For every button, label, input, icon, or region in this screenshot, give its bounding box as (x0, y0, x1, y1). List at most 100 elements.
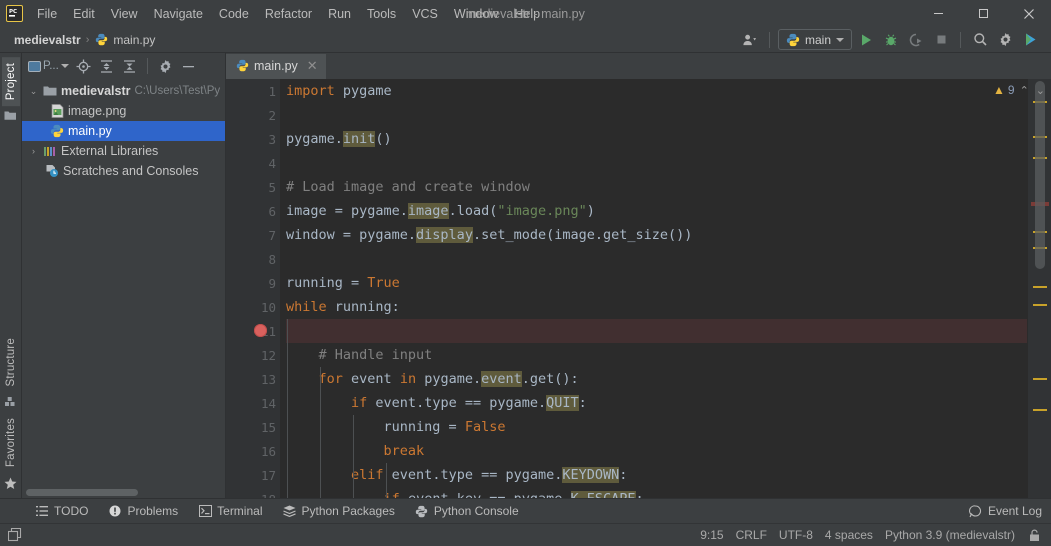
run-configuration-selector[interactable]: main (777, 29, 852, 50)
gutter-line-3[interactable]: 3 (226, 127, 280, 151)
project-view-selector[interactable]: P... (26, 60, 71, 72)
code-line-1[interactable]: import pygame (286, 79, 1051, 103)
line-separator[interactable]: CRLF (736, 528, 767, 542)
gutter-line-18[interactable]: 18− (226, 487, 292, 498)
file-encoding[interactable]: UTF-8 (779, 528, 813, 542)
collapse-all-icon[interactable] (119, 56, 140, 76)
previous-problem-icon[interactable]: ⌃ (1018, 84, 1031, 97)
chevron-down-icon[interactable]: ⌄ (28, 86, 39, 97)
project-tree[interactable]: ⌄ medievalstr C:\Users\Test\Py image.png… (22, 79, 225, 486)
gutter-line-2[interactable]: 2 (226, 103, 280, 127)
warning-marker[interactable] (1033, 304, 1047, 306)
code-line-11[interactable] (286, 319, 1051, 343)
rail-tab-project[interactable]: Project (1, 57, 20, 107)
code-line-18[interactable]: if event.key == pygame.K_ESCAPE: (286, 487, 1051, 498)
gutter-line-6[interactable]: 6 (226, 199, 280, 223)
warning-marker[interactable] (1033, 409, 1047, 411)
rail-tab-structure[interactable]: Structure (2, 332, 20, 392)
menu-item-refactor[interactable]: Refactor (257, 4, 320, 24)
project-horizontal-scrollbar[interactable] (22, 486, 225, 498)
gutter-line-17[interactable]: 17− (226, 463, 292, 487)
menu-item-file[interactable]: File (29, 4, 65, 24)
warning-marker[interactable] (1033, 378, 1047, 380)
gutter-line-12[interactable]: 12 (226, 343, 280, 367)
scrollbar-thumb[interactable] (26, 489, 138, 496)
hide-panel-icon[interactable] (178, 56, 199, 76)
python-interpreter[interactable]: Python 3.9 (medievalstr) (885, 528, 1015, 542)
code-line-3[interactable]: pygame.init() (286, 127, 1051, 151)
code-line-6[interactable]: image = pygame.image.load("image.png") (286, 199, 1051, 223)
next-problem-icon[interactable]: ⌄ (1034, 84, 1047, 97)
caret-position[interactable]: 9:15 (700, 528, 723, 542)
tool-window-problems[interactable]: Problems (99, 502, 187, 520)
code-line-4[interactable] (286, 151, 1051, 175)
tree-node-medievalstr[interactable]: ⌄ medievalstr C:\Users\Test\Py (22, 81, 225, 101)
tree-node-image-png[interactable]: image.png (22, 101, 225, 121)
code-line-8[interactable] (286, 247, 1051, 271)
gutter-line-10[interactable]: 10− (226, 295, 292, 319)
event-log-button[interactable]: Event Log (960, 502, 1051, 520)
close-icon[interactable]: ✕ (307, 58, 318, 74)
close-button[interactable] (1006, 0, 1051, 27)
tool-window-python-packages[interactable]: Python Packages (274, 502, 404, 520)
maximize-button[interactable] (961, 0, 1006, 27)
editor-tab-main-py[interactable]: main.py ✕ (226, 54, 326, 79)
menu-item-edit[interactable]: Edit (65, 4, 103, 24)
scroll-from-source-icon[interactable] (73, 56, 94, 76)
warning-marker[interactable] (1033, 286, 1047, 288)
code-text[interactable]: import pygame pygame.init() # Load image… (280, 79, 1051, 498)
expand-all-icon[interactable] (96, 56, 117, 76)
inspection-widget[interactable]: ▲ 9 ⌃ ⌄ (993, 79, 1051, 101)
breadcrumb-file[interactable]: main.py (113, 33, 155, 47)
run-button[interactable] (855, 30, 877, 50)
menu-item-code[interactable]: Code (211, 4, 257, 24)
editor-gutter[interactable]: 12345678910−111213−14−1516−17−18− (226, 79, 292, 498)
code-line-13[interactable]: for event in pygame.event.get(): (286, 367, 1051, 391)
settings-gear-icon[interactable] (994, 30, 1016, 50)
menu-item-window[interactable]: Window (446, 4, 506, 24)
code-line-2[interactable] (286, 103, 1051, 127)
gutter-line-9[interactable]: 9 (226, 271, 280, 295)
code-line-9[interactable]: running = True (286, 271, 1051, 295)
code-line-14[interactable]: if event.type == pygame.QUIT: (286, 391, 1051, 415)
search-everywhere-icon[interactable] (969, 30, 991, 50)
gutter-line-7[interactable]: 7 (226, 223, 280, 247)
code-line-17[interactable]: elif event.type == pygame.KEYDOWN: (286, 463, 1051, 487)
code-line-5[interactable]: # Load image and create window (286, 175, 1051, 199)
menu-item-navigate[interactable]: Navigate (146, 4, 211, 24)
code-line-12[interactable]: # Handle input (286, 343, 1051, 367)
gutter-line-5[interactable]: 5 (226, 175, 280, 199)
tree-node-main-py[interactable]: main.py (22, 121, 225, 141)
tool-window-python-console[interactable]: Python Console (406, 502, 528, 520)
rail-tab-favorites[interactable]: Favorites (2, 412, 20, 473)
menu-item-help[interactable]: Help (506, 4, 548, 24)
code-line-10[interactable]: while running: (286, 295, 1051, 319)
menu-item-vcs[interactable]: VCS (404, 4, 446, 24)
project-settings-gear-icon[interactable] (155, 56, 176, 76)
ide-update-icon[interactable] (1019, 30, 1041, 50)
read-only-lock-icon[interactable] (1027, 528, 1041, 542)
user-avatar-icon[interactable] (739, 30, 761, 50)
toggle-tool-windows-icon[interactable] (8, 528, 22, 542)
code-line-16[interactable]: break (286, 439, 1051, 463)
menu-item-run[interactable]: Run (320, 4, 359, 24)
breadcrumb-project[interactable]: medievalstr (14, 33, 81, 47)
indent-setting[interactable]: 4 spaces (825, 528, 873, 542)
tool-window-todo[interactable]: TODO (26, 502, 97, 520)
gutter-line-8[interactable]: 8 (226, 247, 280, 271)
stop-button[interactable] (930, 30, 952, 50)
debug-button[interactable] (880, 30, 902, 50)
gutter-line-11[interactable]: 11 (226, 319, 280, 343)
editor-scrollbar-thumb[interactable] (1035, 81, 1045, 269)
gutter-line-4[interactable]: 4 (226, 151, 280, 175)
code-line-7[interactable]: window = pygame.display.set_mode(image.g… (286, 223, 1051, 247)
gutter-line-1[interactable]: 1 (226, 79, 280, 103)
gutter-line-13[interactable]: 13− (226, 367, 292, 391)
minimize-button[interactable] (916, 0, 961, 27)
gutter-line-14[interactable]: 14− (226, 391, 292, 415)
gutter-line-15[interactable]: 15 (226, 415, 280, 439)
code-line-15[interactable]: running = False (286, 415, 1051, 439)
menu-item-tools[interactable]: Tools (359, 4, 404, 24)
code-editor[interactable]: 12345678910−111213−14−1516−17−18− import… (226, 79, 1051, 498)
editor-marker-strip[interactable] (1027, 79, 1051, 498)
